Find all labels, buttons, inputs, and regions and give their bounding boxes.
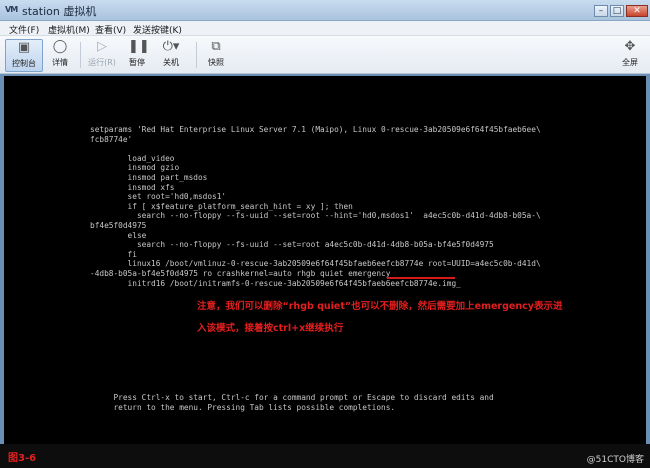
console-button[interactable]: ▣ 控制台 [5,39,43,72]
run-button[interactable]: ▷ 运行(R) [85,39,119,72]
terminal-line: if [ x$feature_platform_search_hint = xy… [90,201,353,211]
annotation-line-2: 入该模式，接着按ctrl+x继续执行 [197,323,344,334]
fullscreen-label: 全屏 [622,58,638,67]
toolbar: ▣ 控制台 ◯ 详情 ▷ 运行(R) ❚❚ 暂停 ⏻▾ 关机 ⧉ 快照 ✥ 全屏 [0,36,650,74]
details-button[interactable]: ◯ 详情 [46,39,74,72]
terminal-line: search --no-floppy --fs-uuid --set=root … [90,211,541,221]
figure-label: 图3-6 [8,453,37,464]
minimize-button[interactable]: – [594,5,608,17]
terminal-line: insmod xfs [90,182,175,192]
menu-view[interactable]: 查看(V) [95,23,126,36]
menu-vm[interactable]: 虚拟机(M) [48,23,90,36]
play-icon: ▷ [97,39,107,54]
terminal-line: search --no-floppy --fs-uuid --set=root … [90,240,494,250]
snapshot-label: 快照 [208,58,224,67]
pause-icon: ❚❚ [128,39,150,54]
window-title: station 虚拟机 [22,5,97,18]
help-line: return to the menu. Pressing Tab lists p… [90,402,396,412]
terminal-line: bf4e5f0d4975 [90,221,147,230]
terminal-line: fcb8774e' [90,134,133,144]
footer-bar [0,444,650,468]
terminal-line: initrd16 /boot/initramfs-0-rescue-3ab205… [90,278,461,288]
shutdown-button[interactable]: ⏻▾ 关机 [153,39,189,72]
terminal-line: load_video [90,153,175,163]
snapshot-button[interactable]: ⧉ 快照 [202,39,230,72]
menu-file[interactable]: 文件(F) [9,23,39,36]
help-line: Press Ctrl-x to start, Ctrl-c for a comm… [90,393,494,402]
title-bar: VM station 虚拟机 – □ ✕ [0,0,650,21]
fullscreen-icon: ✥ [624,39,636,54]
emergency-underline [387,277,455,279]
terminal-line: insmod gzio [90,163,180,173]
pause-button[interactable]: ❚❚ 暂停 [124,39,150,72]
close-button[interactable]: ✕ [626,5,648,17]
terminal-line: setparams 'Red Hat Enterprise Linux Serv… [90,125,541,134]
pause-label: 暂停 [129,58,145,67]
terminal-line: insmod part_msdos [90,173,208,182]
vm-logo-icon: VM [5,5,18,14]
vm-window: VM station 虚拟机 – □ ✕ 文件(F) 虚拟机(M) 查看(V) … [0,0,650,468]
lightbulb-icon: ◯ [52,39,68,54]
details-label: 详情 [52,58,68,67]
snapshot-icon: ⧉ [211,39,221,54]
monitor-icon: ▣ [17,40,31,55]
fullscreen-button[interactable]: ✥ 全屏 [616,39,644,72]
toolbar-separator [80,42,81,68]
terminal-line: -4db8-b05a-bf4e5f0d4975 ro crashkernel=a… [90,269,391,278]
maximize-button[interactable]: □ [610,5,624,17]
terminal-line: set root='hd0,msdos1' [90,192,227,202]
watermark: @51CTO博客 [586,455,644,465]
toolbar-separator [196,42,197,68]
vm-console-screen[interactable]: setparams 'Red Hat Enterprise Linux Serv… [4,76,646,444]
console-label: 控制台 [12,59,36,68]
annotation-line-1: 注意，我们可以删除“rhgb quiet”也可以不删除，然后需要加上emerge… [197,301,563,312]
menu-send-key[interactable]: 发送按键(K) [133,23,182,36]
terminal-line: fi [90,249,137,259]
terminal-line: else [90,230,147,240]
power-icon: ⏻▾ [162,39,180,54]
terminal-line: linux16 /boot/vmlinuz-0-rescue-3ab20509e… [90,259,541,269]
run-label: 运行(R) [88,58,116,67]
shutdown-label: 关机 [163,58,179,67]
menu-bar: 文件(F) 虚拟机(M) 查看(V) 发送按键(K) [0,21,650,36]
